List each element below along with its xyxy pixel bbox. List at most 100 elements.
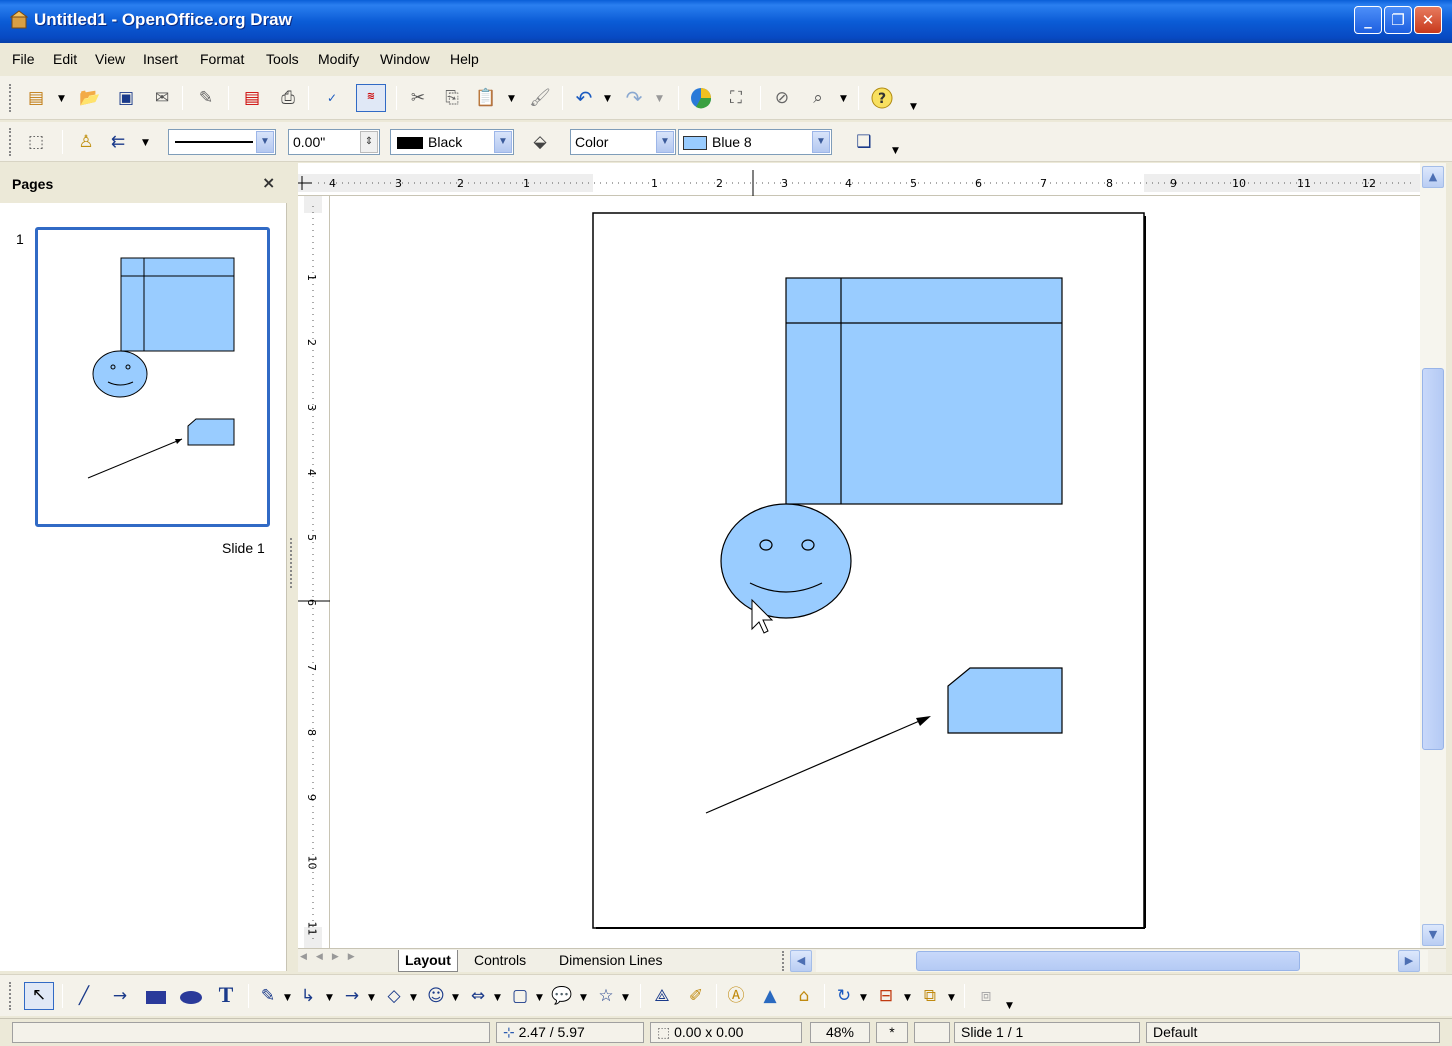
symbol-shapes-dropdown-arrow[interactable]: ▼ [452,993,459,1003]
vertical-scroll-thumb[interactable] [1422,368,1444,750]
format-paintbrush-icon[interactable]: 🖌 [528,86,552,110]
drawing-canvas[interactable] [298,163,1420,949]
toolbar-overflow-arrow[interactable]: ▼ [892,146,899,156]
status-zoom[interactable]: 48% [810,1022,870,1043]
undo-dropdown-arrow[interactable]: ▼ [604,94,611,104]
drawing-area[interactable] [298,163,1420,949]
styles-icon[interactable]: ⬚ [24,130,48,154]
pane-splitter[interactable] [287,163,298,971]
tab-dimension-lines[interactable]: Dimension Lines [553,950,669,972]
extrusion-icon[interactable]: ⧈ [974,984,998,1008]
undo-icon[interactable]: ↶ [572,86,596,110]
new-icon[interactable]: ▤ [24,86,48,110]
menu-file[interactable]: File [12,51,35,67]
insert-image-icon[interactable]: ▲ [758,984,782,1008]
rotate-icon[interactable]: ↻ [832,984,856,1008]
line-tool-icon[interactable]: ╱ [72,984,96,1008]
connector-dropdown-arrow[interactable]: ▼ [326,993,333,1003]
line-arrow-tool-icon[interactable]: → [108,984,132,1008]
fontwork-icon[interactable]: Ⓐ [724,984,748,1008]
text-tool-icon[interactable]: T [214,983,238,1007]
edit-file-icon[interactable]: ✎ [194,86,218,110]
area-fill-select[interactable]: Blue 8 ▼ [678,129,832,155]
block-arrows-icon[interactable]: ⇔ [466,984,490,1008]
maximize-button[interactable]: ❐ [1384,6,1412,34]
stars-icon[interactable]: ☆ [594,984,618,1008]
spin-button[interactable]: ⇕ [360,131,378,153]
callouts-dropdown-arrow[interactable]: ▼ [580,993,587,1003]
flowchart-dropdown-arrow[interactable]: ▼ [536,993,543,1003]
toolbar-overflow-arrow[interactable]: ▼ [910,102,917,112]
vertical-scrollbar[interactable]: ▲ ▼ [1420,163,1446,949]
symbol-shapes-icon[interactable]: ☺ [424,984,448,1008]
toolbar-grip[interactable] [9,128,12,156]
toolbar-overflow-arrow[interactable]: ▼ [1006,1001,1013,1011]
tab-navigation-buttons[interactable]: ◀◀▶▶ [300,952,384,970]
menu-tools[interactable]: Tools [266,51,299,67]
export-pdf-icon[interactable]: ▤ [240,86,264,110]
chevron-down-icon[interactable]: ▼ [656,131,674,153]
print-icon[interactable]: ⎙ [276,86,300,110]
line-width-field[interactable]: 0.00" ⇕ [288,129,380,155]
shadow-icon[interactable]: ❑ [852,130,876,154]
email-icon[interactable]: ✉ [150,86,174,110]
zoom-icon[interactable]: ⌕ [806,86,830,110]
menu-window[interactable]: Window [380,51,430,67]
scroll-up-button[interactable]: ▲ [1422,166,1444,188]
menu-insert[interactable]: Insert [143,51,178,67]
lines-arrows-tool-icon[interactable]: → [340,984,364,1008]
cut-icon[interactable]: ✂ [406,86,430,110]
chart-icon[interactable] [690,87,712,109]
slide-thumbnail[interactable] [35,227,270,527]
menu-modify[interactable]: Modify [318,51,359,67]
area-style-select[interactable]: Color ▼ [570,129,676,155]
paste-dropdown-arrow[interactable]: ▼ [508,94,515,104]
status-signature[interactable] [914,1022,950,1043]
help-icon[interactable]: ? [870,86,894,110]
alignment-dropdown-arrow[interactable]: ▼ [904,993,911,1003]
scroll-down-button[interactable]: ▼ [1422,924,1444,946]
zoom-dropdown-arrow[interactable]: ▼ [840,94,847,104]
lines-arrows-dropdown-arrow[interactable]: ▼ [368,993,375,1003]
callouts-icon[interactable]: 💬 [550,984,574,1008]
toolbar-grip[interactable] [9,84,12,112]
scroll-right-button[interactable]: ▶ [1398,950,1420,972]
curve-tool-icon[interactable]: ✎ [256,984,280,1008]
toolbar-grip[interactable] [9,982,12,1010]
flowchart-icon[interactable]: ▢ [508,984,532,1008]
redo-icon[interactable]: ↷ [622,86,646,110]
arrange-dropdown-arrow[interactable]: ▼ [948,993,955,1003]
scroll-left-button[interactable]: ◀ [790,950,812,972]
redo-dropdown-arrow[interactable]: ▼ [656,94,663,104]
menu-format[interactable]: Format [200,51,244,67]
menu-help[interactable]: Help [450,51,479,67]
minimize-button[interactable]: _ [1354,6,1382,34]
line-color-select[interactable]: Black ▼ [390,129,514,155]
chevron-down-icon[interactable]: ▼ [256,131,274,153]
basic-shapes-icon[interactable]: ◇ [382,984,406,1008]
vertical-ruler[interactable]: 1 2 3 4 5 6 7 8 9 10 11 [298,196,330,948]
navigator-icon[interactable]: ⊘ [770,86,794,110]
glue-points-icon[interactable]: ✐ [684,984,708,1008]
copy-icon[interactable]: ⎘ [440,86,464,110]
arrow-style-dropdown-arrow[interactable]: ▼ [142,138,149,148]
block-arrows-dropdown-arrow[interactable]: ▼ [494,993,501,1003]
paste-icon[interactable]: 📋 [474,86,498,110]
menu-view[interactable]: View [95,51,125,67]
arrow-style-icon[interactable]: ⇇ [106,130,130,154]
points-icon[interactable]: ⟁ [650,984,674,1008]
line-icon[interactable]: ♙ [74,130,98,154]
tab-controls[interactable]: Controls [468,950,532,972]
connector-tool-icon[interactable]: ↳ [296,984,320,1008]
horizontal-ruler[interactable]: 4 3 2 1 1 2 3 4 5 6 7 8 9 10 11 12 [298,168,1420,196]
horizontal-scroll-thumb[interactable] [916,951,1300,971]
arrange-icon[interactable]: ⧉ [918,984,942,1008]
close-button[interactable]: ✕ [1414,6,1442,34]
new-dropdown-arrow[interactable]: ▼ [58,94,65,104]
area-fill-icon[interactable]: ⬙ [528,130,552,154]
save-icon[interactable]: ▣ [114,86,138,110]
tab-splitter[interactable] [782,951,786,971]
close-icon[interactable]: × [262,173,275,192]
open-icon[interactable]: 📂 [78,86,102,110]
alignment-icon[interactable]: ⊟ [874,984,898,1008]
